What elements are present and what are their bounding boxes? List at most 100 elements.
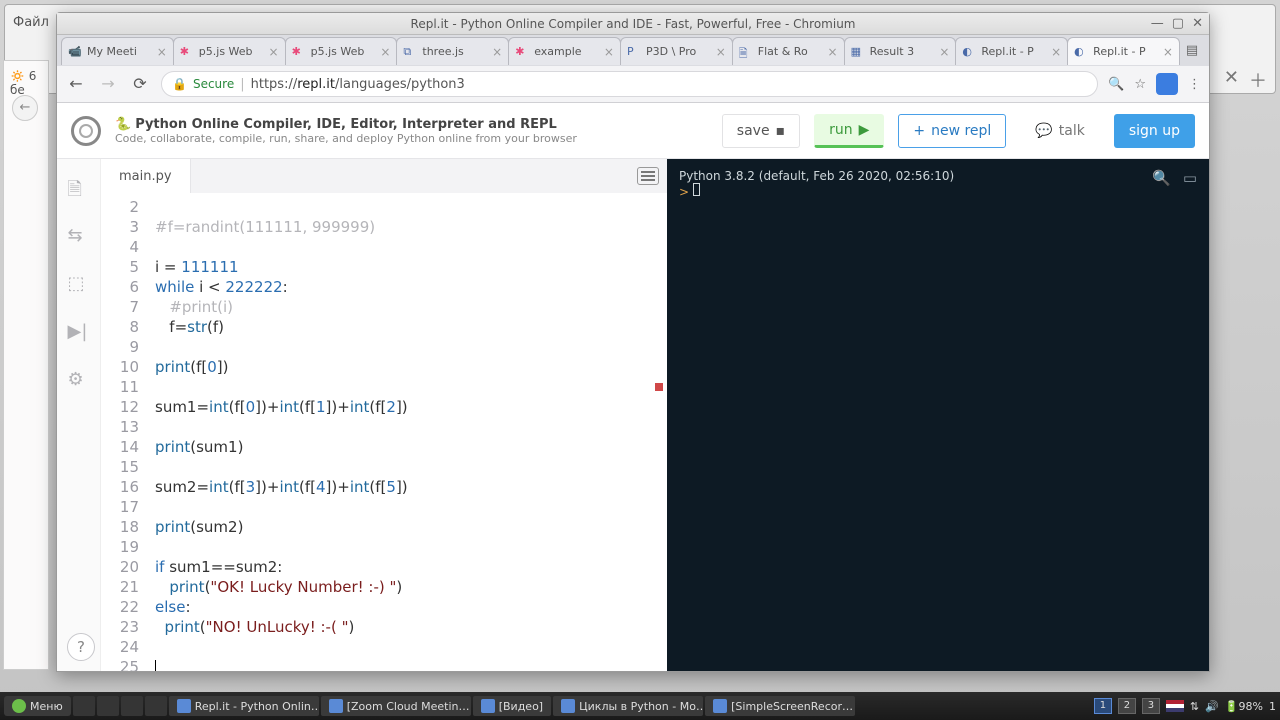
tab-label: three.js	[422, 45, 463, 58]
error-marker-icon[interactable]	[655, 383, 663, 391]
browser-tabs-overflow-icon[interactable]: ▤	[1179, 43, 1205, 65]
help-button[interactable]: ?	[67, 633, 95, 661]
browser-menu-icon[interactable]: ⋮	[1188, 77, 1201, 92]
code-line[interactable]: while i < 222222:	[155, 277, 667, 297]
taskbar-files-icon[interactable]	[97, 696, 119, 716]
tab-close-icon[interactable]: ×	[492, 45, 502, 59]
code-line[interactable]: #f=randint(111111, 999999)	[155, 217, 667, 237]
code-line[interactable]	[155, 377, 667, 397]
clock-label[interactable]: 1	[1269, 700, 1276, 713]
tab-close-icon[interactable]: ×	[604, 45, 614, 59]
nav-back-button[interactable]: ←	[65, 73, 87, 95]
terminal-clear-icon[interactable]: ▭	[1183, 169, 1197, 187]
code-line[interactable]	[155, 657, 667, 671]
window-minimize-icon[interactable]: —	[1151, 16, 1164, 31]
taskbar-task[interactable]: [SimpleScreenRecor…	[705, 696, 855, 716]
packages-icon[interactable]: ⬚	[68, 273, 90, 295]
browser-tab[interactable]: ⧉three.js×	[396, 37, 509, 65]
bg-back-button[interactable]: ←	[12, 95, 38, 121]
code-line[interactable]: if sum1==sum2:	[155, 557, 667, 577]
browser-tab[interactable]: 🗎Flat & Ro×	[732, 37, 845, 65]
browser-tab[interactable]: PP3D \ Pro×	[620, 37, 733, 65]
nav-forward-button[interactable]: →	[97, 73, 119, 95]
code-line[interactable]: sum1=int(f[0])+int(f[1])+int(f[2])	[155, 397, 667, 417]
terminal-pane[interactable]: Python 3.8.2 (default, Feb 26 2020, 02:5…	[667, 159, 1209, 671]
code-line[interactable]: i = 111111	[155, 257, 667, 277]
browser-tab[interactable]: ✱example×	[508, 37, 621, 65]
code-line[interactable]	[155, 497, 667, 517]
file-tab-main[interactable]: main.py	[101, 159, 191, 193]
taskbar-task[interactable]: [Видео]	[473, 696, 551, 716]
bg-file-menu[interactable]: Файл	[13, 15, 49, 30]
code-line[interactable]	[155, 337, 667, 357]
code-line[interactable]: sum2=int(f[3])+int(f[4])+int(f[5])	[155, 477, 667, 497]
code-line[interactable]: else:	[155, 597, 667, 617]
battery-label[interactable]: 🔋98%	[1225, 700, 1263, 713]
code-line[interactable]	[155, 237, 667, 257]
browser-tab[interactable]: 📹My Meeti×	[61, 37, 174, 65]
code-line[interactable]: f=str(f)	[155, 317, 667, 337]
nav-reload-button[interactable]: ⟳	[129, 73, 151, 95]
browser-tab[interactable]: ◐Repl.it - P×	[1067, 37, 1180, 65]
window-titlebar[interactable]: Repl.it - Python Online Compiler and IDE…	[57, 13, 1209, 35]
code-line[interactable]: print("NO! UnLucky! :-( ")	[155, 617, 667, 637]
taskbar-task[interactable]: [Zoom Cloud Meetin…	[321, 696, 471, 716]
tab-close-icon[interactable]: ×	[1051, 45, 1061, 59]
bg-newtab-icon[interactable]: ＋	[1249, 67, 1267, 93]
taskbar-task[interactable]: Циклы в Python - Mo…	[553, 696, 703, 716]
browser-tab[interactable]: ◐Repl.it - P×	[955, 37, 1068, 65]
omnibox-search-icon[interactable]: 🔍	[1108, 77, 1124, 92]
code-editor[interactable]: 2345678910111213141516171819202122232425…	[101, 193, 667, 671]
browser-tab[interactable]: ✱p5.js Web×	[285, 37, 398, 65]
save-button[interactable]: save ▪	[722, 114, 800, 148]
code-line[interactable]	[155, 637, 667, 657]
keyboard-layout-icon[interactable]	[1166, 700, 1184, 712]
bookmark-star-icon[interactable]: ☆	[1134, 77, 1146, 92]
window-maximize-icon[interactable]: ▢	[1172, 16, 1184, 31]
tab-close-icon[interactable]: ×	[269, 45, 279, 59]
new-repl-button[interactable]: + new repl	[898, 114, 1006, 148]
browser-tab[interactable]: ✱p5.js Web×	[173, 37, 286, 65]
window-close-icon[interactable]: ✕	[1192, 16, 1203, 31]
bg-close-icon[interactable]: ✕	[1224, 67, 1239, 93]
show-desktop-icon[interactable]	[73, 696, 95, 716]
extension-icon[interactable]	[1156, 73, 1178, 95]
network-icon[interactable]: ⇅	[1190, 700, 1199, 713]
code-line[interactable]: print(sum2)	[155, 517, 667, 537]
terminal-search-icon[interactable]: 🔍	[1152, 169, 1171, 187]
code-line[interactable]	[155, 537, 667, 557]
settings-icon[interactable]: ⚙	[68, 369, 90, 391]
code-line[interactable]: print(sum1)	[155, 437, 667, 457]
workspace-2[interactable]: 2	[1118, 698, 1136, 714]
code-line[interactable]	[155, 417, 667, 437]
browser-tab[interactable]: ▦Result 3×	[844, 37, 957, 65]
files-icon[interactable]: 🗎	[68, 177, 90, 199]
bg-bookmark[interactable]: 🔅 6 бе	[10, 69, 42, 97]
address-bar[interactable]: 🔒 Secure | https://repl.it/languages/pyt…	[161, 71, 1098, 97]
tab-close-icon[interactable]: ×	[716, 45, 726, 59]
code-line[interactable]: #print(i)	[155, 297, 667, 317]
taskbar-browser-icon[interactable]	[145, 696, 167, 716]
taskbar-terminal-icon[interactable]	[121, 696, 143, 716]
volume-icon[interactable]: 🔊	[1205, 700, 1219, 713]
tab-close-icon[interactable]: ×	[380, 45, 390, 59]
workspace-1[interactable]: 1	[1094, 698, 1112, 714]
workspace-3[interactable]: 3	[1142, 698, 1160, 714]
replit-logo-icon[interactable]	[71, 116, 101, 146]
tab-close-icon[interactable]: ×	[157, 45, 167, 59]
code-line[interactable]: print("OK! Lucky Number! :-) ")	[155, 577, 667, 597]
code-line[interactable]	[155, 197, 667, 217]
taskbar-task[interactable]: Repl.it - Python Onlin…	[169, 696, 319, 716]
debug-icon[interactable]: ▶|	[68, 321, 90, 343]
signup-button[interactable]: sign up	[1114, 114, 1195, 148]
code-line[interactable]: print(f[0])	[155, 357, 667, 377]
share-icon[interactable]: ⇆	[68, 225, 90, 247]
editor-menu-icon[interactable]	[637, 167, 659, 185]
talk-button[interactable]: 💬talk	[1020, 114, 1100, 148]
tab-close-icon[interactable]: ×	[828, 45, 838, 59]
tab-close-icon[interactable]: ×	[1163, 45, 1173, 59]
start-menu-button[interactable]: Меню	[4, 696, 71, 716]
code-line[interactable]	[155, 457, 667, 477]
run-button[interactable]: run ▶	[814, 114, 884, 148]
tab-close-icon[interactable]: ×	[939, 45, 949, 59]
